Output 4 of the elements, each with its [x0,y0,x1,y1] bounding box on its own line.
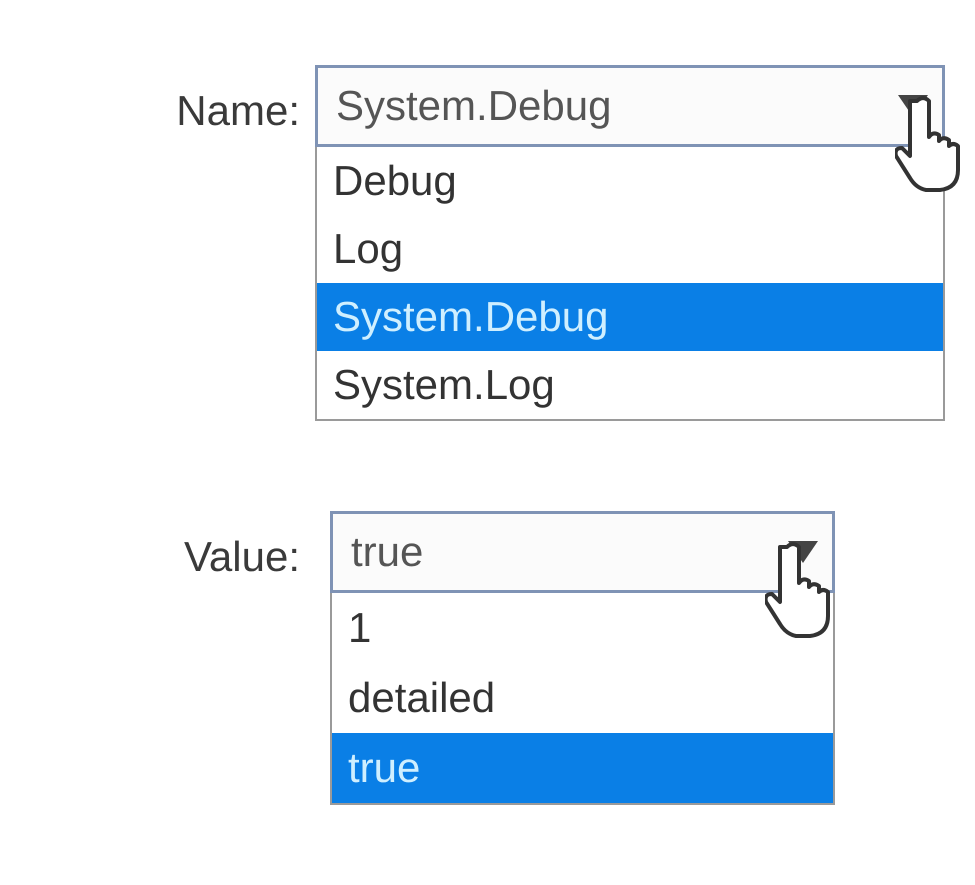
dropdown-field[interactable]: true [330,511,835,593]
dropdown-field[interactable]: System.Debug [315,65,945,147]
field-label: Name: [176,86,300,135]
field-label: Value: [184,532,300,581]
